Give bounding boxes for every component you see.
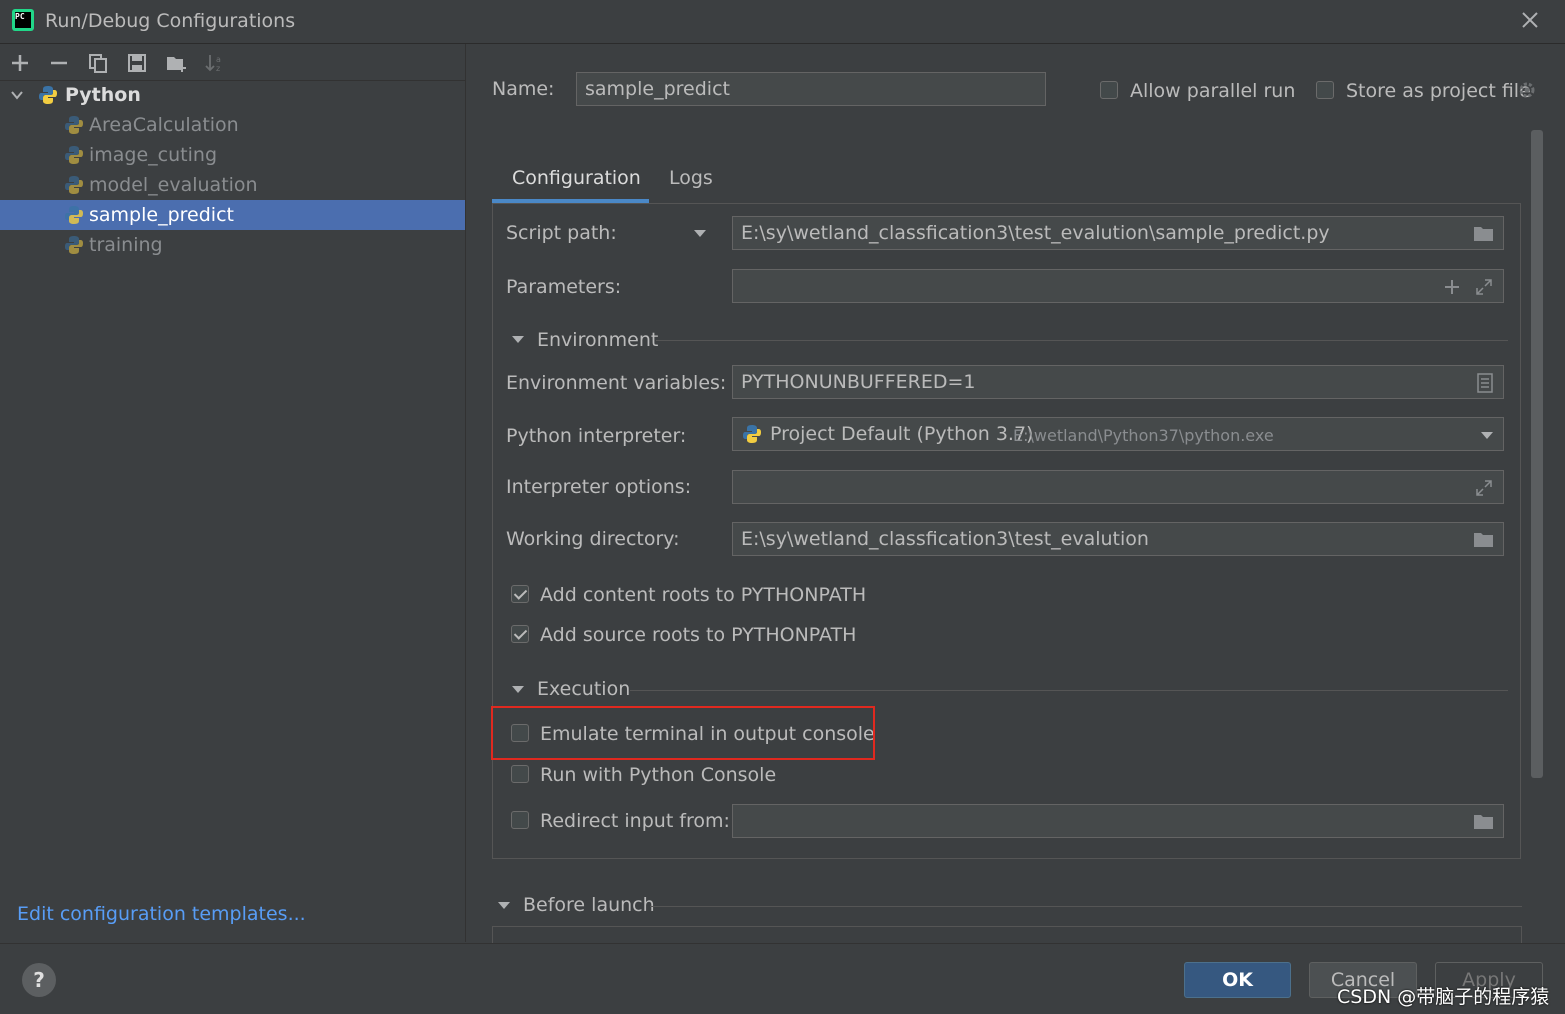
- python-file-icon: [65, 116, 83, 134]
- env-vars-value: PYTHONUNBUFFERED=1: [741, 371, 976, 393]
- add-content-roots-label: Add content roots to PYTHONPATH: [540, 584, 867, 606]
- tree-group-label: Python: [65, 84, 141, 106]
- working-dir-label: Working directory:: [506, 528, 680, 550]
- chevron-down-icon[interactable]: [10, 89, 24, 101]
- python-file-icon: [65, 146, 83, 164]
- env-vars-input[interactable]: PYTHONUNBUFFERED=1: [732, 365, 1504, 399]
- run-python-console-label: Run with Python Console: [540, 764, 777, 786]
- copy-icon[interactable]: [87, 52, 109, 74]
- interpreter-select[interactable]: Project Default (Python 3.7) E:\wetland\…: [732, 417, 1504, 451]
- before-launch-title: Before launch: [523, 894, 655, 916]
- collapse-before-launch-icon[interactable]: [498, 902, 510, 909]
- tree-item-model-evaluation[interactable]: model_evaluation: [0, 170, 465, 200]
- interpreter-label: Python interpreter:: [506, 425, 687, 447]
- tree-item-label: AreaCalculation: [89, 114, 239, 136]
- tree-item-training[interactable]: training: [0, 230, 465, 260]
- parameters-label: Parameters:: [506, 276, 622, 298]
- add-content-roots-checkbox[interactable]: [511, 585, 529, 603]
- interpreter-options-label: Interpreter options:: [506, 476, 692, 498]
- expand-icon[interactable]: [1475, 278, 1493, 296]
- pycharm-logo-icon: PC: [12, 9, 34, 31]
- tree-item-areacalculation[interactable]: AreaCalculation: [0, 110, 465, 140]
- store-as-project-label: Store as project file: [1346, 80, 1531, 102]
- tree-item-label: model_evaluation: [89, 174, 258, 196]
- python-file-icon: [65, 176, 83, 194]
- sort-icon[interactable]: az: [204, 52, 226, 74]
- new-folder-icon[interactable]: [165, 52, 187, 74]
- redirect-input-field[interactable]: [732, 804, 1504, 838]
- python-icon: [39, 86, 57, 104]
- python-file-icon: [65, 206, 83, 224]
- script-path-input[interactable]: E:\sy\wetland_classfication3\test_evalut…: [732, 216, 1504, 250]
- section-divider: [650, 906, 1522, 907]
- allow-parallel-label: Allow parallel run: [1130, 80, 1296, 102]
- before-launch-list: [492, 926, 1522, 944]
- name-label: Name:: [492, 78, 555, 100]
- tab-configuration[interactable]: Configuration: [512, 167, 641, 189]
- save-icon[interactable]: [126, 52, 148, 74]
- script-type-dropdown-icon[interactable]: [694, 230, 706, 237]
- help-button[interactable]: ?: [22, 963, 56, 997]
- window-title: Run/Debug Configurations: [45, 10, 296, 32]
- run-python-console-checkbox[interactable]: [511, 765, 529, 783]
- working-dir-input[interactable]: E:\sy\wetland_classfication3\test_evalut…: [732, 522, 1504, 556]
- collapse-environment-icon[interactable]: [512, 336, 524, 343]
- script-path-value: E:\sy\wetland_classfication3\test_evalut…: [741, 222, 1330, 244]
- add-icon[interactable]: [9, 52, 31, 74]
- chevron-down-icon[interactable]: [1481, 432, 1493, 439]
- folder-icon[interactable]: [1473, 225, 1495, 243]
- redirect-input-label: Redirect input from:: [540, 810, 730, 832]
- highlight-box: [491, 706, 875, 760]
- allow-parallel-checkbox[interactable]: [1100, 81, 1118, 99]
- edit-templates-link[interactable]: Edit configuration templates...: [17, 903, 306, 925]
- working-dir-value: E:\sy\wetland_classfication3\test_evalut…: [741, 528, 1149, 550]
- scrollbar[interactable]: [1531, 130, 1543, 778]
- gear-icon[interactable]: [1517, 80, 1537, 100]
- tree-item-label: training: [89, 234, 163, 256]
- tree-group-python[interactable]: Python: [0, 80, 465, 110]
- store-as-project-checkbox[interactable]: [1316, 81, 1334, 99]
- ok-button[interactable]: OK: [1184, 962, 1291, 998]
- interpreter-path: E:\wetland\Python37\python.exe: [1013, 426, 1274, 445]
- folder-icon[interactable]: [1473, 813, 1495, 831]
- svg-text:z: z: [216, 64, 220, 73]
- python-icon: [743, 425, 761, 443]
- tree-item-label: sample_predict: [89, 204, 234, 226]
- script-path-label: Script path:: [506, 222, 617, 244]
- add-source-roots-checkbox[interactable]: [511, 625, 529, 643]
- add-macro-icon[interactable]: [1443, 278, 1461, 296]
- watermark: CSDN @带脑子的程序猿: [1337, 986, 1550, 1008]
- execution-section-title: Execution: [537, 678, 631, 700]
- section-divider: [656, 340, 1508, 341]
- interpreter-value: Project Default (Python 3.7): [770, 423, 1034, 445]
- name-input[interactable]: sample_predict: [576, 72, 1046, 106]
- name-value: sample_predict: [585, 78, 730, 100]
- close-icon[interactable]: [1518, 8, 1542, 32]
- environment-section-title: Environment: [537, 329, 659, 351]
- collapse-execution-icon[interactable]: [512, 686, 524, 693]
- edit-env-vars-icon[interactable]: [1477, 373, 1493, 393]
- remove-icon[interactable]: [48, 52, 70, 74]
- section-divider: [630, 690, 1508, 691]
- redirect-input-checkbox[interactable]: [511, 811, 529, 829]
- expand-icon[interactable]: [1475, 479, 1493, 497]
- env-vars-label: Environment variables:: [506, 372, 727, 394]
- svg-text:a: a: [216, 55, 221, 64]
- interpreter-options-input[interactable]: [732, 470, 1504, 504]
- python-file-icon: [65, 236, 83, 254]
- tree-item-image-cuting[interactable]: image_cuting: [0, 140, 465, 170]
- folder-icon[interactable]: [1473, 531, 1495, 549]
- tree-item-sample-predict[interactable]: sample_predict: [0, 200, 465, 230]
- parameters-input[interactable]: [732, 269, 1504, 303]
- tab-logs[interactable]: Logs: [669, 167, 713, 189]
- add-source-roots-label: Add source roots to PYTHONPATH: [540, 624, 857, 646]
- sidebar-toolbar: az: [0, 44, 465, 81]
- tree-item-label: image_cuting: [89, 144, 217, 166]
